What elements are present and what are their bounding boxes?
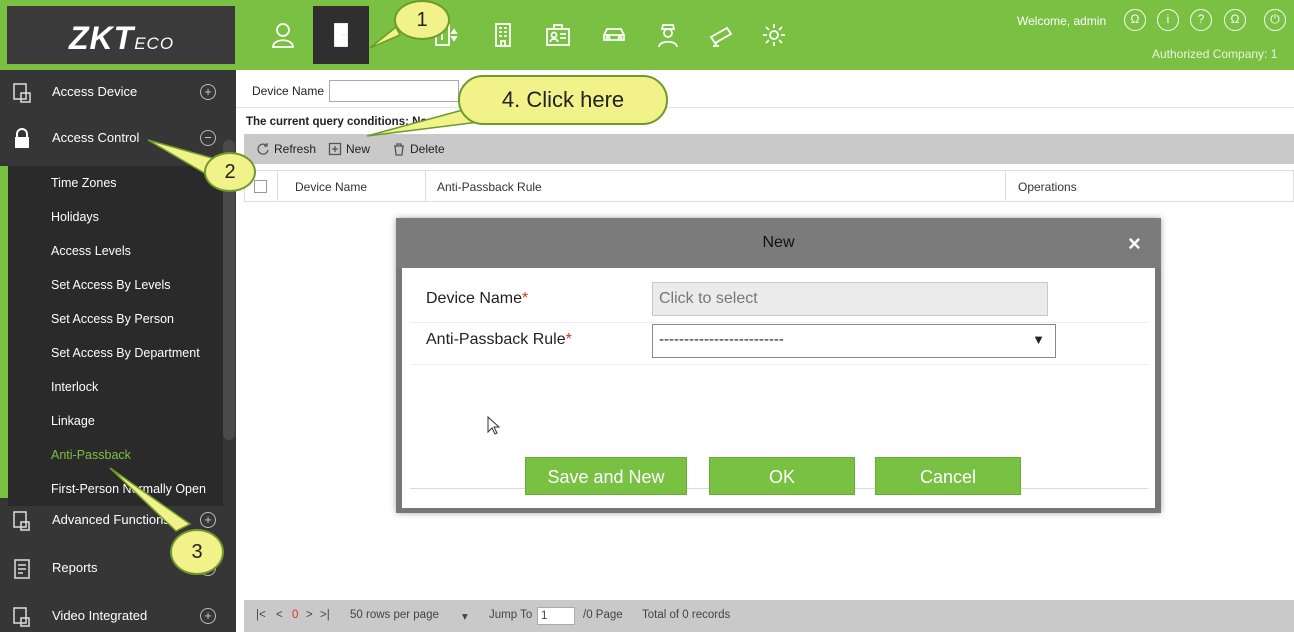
authorized-company: Authorized Company: 1 (1152, 47, 1278, 61)
top-bar: ZKTECO Welcome, admin Ω i ? Ω ⏻ Authoriz… (0, 0, 1294, 70)
sidebar-section-label: Access Device (52, 84, 138, 99)
power-icon[interactable]: ⏻ (1264, 9, 1286, 31)
select-all-checkbox[interactable] (254, 180, 267, 193)
sidebar-section-label: Advanced Functions (52, 512, 170, 527)
new-anti-passback-dialog: New × Device Name* Click to select Anti-… (396, 218, 1161, 513)
logo-area: ZKTECO (7, 6, 235, 64)
save-and-new-button[interactable]: Save and New (525, 457, 687, 495)
step-3-badge: 3 (170, 529, 224, 575)
visitor-card-icon[interactable] (530, 6, 586, 64)
dialog-header: New × (396, 218, 1161, 268)
sidebar-item-set-access-by-levels[interactable]: Set Access By Levels (8, 268, 223, 302)
car-icon[interactable] (586, 6, 642, 64)
expand-icon[interactable]: + (200, 512, 216, 528)
next-page-icon[interactable]: > (306, 609, 313, 621)
sidebar-section-label: Video Integrated (52, 608, 148, 623)
refresh-icon (257, 143, 269, 155)
person-icon[interactable] (255, 6, 311, 64)
sidebar-section-label: Access Control (52, 130, 140, 145)
column-divider (1005, 171, 1006, 201)
sidebar-item-set-access-by-person[interactable]: Set Access By Person (8, 302, 223, 336)
first-page-icon[interactable]: |< (256, 609, 266, 621)
refresh-button[interactable]: Refresh (256, 142, 316, 156)
rows-per-page-select[interactable]: 50 rows per page (350, 609, 439, 621)
expand-icon[interactable]: + (200, 84, 216, 100)
sidebar-section-video-integrated[interactable]: Video Integrated + (0, 594, 236, 632)
new-button[interactable]: New (328, 142, 370, 156)
column-divider (425, 171, 426, 201)
user-circle-icon[interactable]: Ω (1124, 9, 1146, 31)
zkteco-logo: ZKTECO (69, 20, 175, 56)
device-name-filter-label: Device Name (252, 84, 325, 98)
expand-icon[interactable]: + (200, 608, 216, 624)
page-total: /0 Page (583, 609, 623, 621)
column-device-name[interactable]: Device Name (295, 180, 367, 194)
step-4-callout: 4. Click here (458, 75, 668, 125)
active-section-indicator (0, 166, 8, 498)
records-total: Total of 0 records (642, 609, 731, 621)
report-icon (14, 559, 30, 579)
delete-icon (394, 143, 404, 156)
video-icon (13, 607, 30, 627)
sidebar-item-access-levels[interactable]: Access Levels (8, 234, 223, 268)
ok-button[interactable]: OK (709, 457, 855, 495)
welcome-text: Welcome, admin (1017, 14, 1107, 28)
anti-passback-rule-label: Anti-Passback Rule* (426, 331, 572, 348)
device-name-field[interactable]: Click to select (652, 282, 1048, 316)
mouse-cursor-icon (487, 416, 501, 435)
pagination-bar: |< < 0 > >| 50 rows per page ▾ Jump To 1… (244, 600, 1294, 632)
current-page: 0 (292, 609, 299, 621)
device-icon (13, 83, 31, 103)
collapse-icon[interactable]: − (200, 130, 216, 146)
sidebar-section-label: Reports (52, 560, 98, 575)
dialog-title: New (762, 234, 795, 251)
step-1-badge: 1 (394, 0, 450, 40)
sidebar-item-anti-passback[interactable]: Anti-Passback (8, 438, 223, 472)
sidebar-section-access-device[interactable]: Access Device + (0, 70, 236, 116)
info-icon[interactable]: i (1157, 9, 1179, 31)
delete-button[interactable]: Delete (392, 142, 445, 156)
row-divider (410, 322, 1148, 323)
sidebar-item-time-zones[interactable]: Time Zones (8, 166, 223, 200)
sidebar-item-set-access-by-department[interactable]: Set Access By Department (8, 336, 223, 370)
column-anti-passback-rule[interactable]: Anti-Passback Rule (437, 180, 542, 194)
camera-icon[interactable] (694, 6, 750, 64)
close-icon[interactable]: × (1128, 231, 1141, 257)
query-conditions-text: The current query conditions: None (246, 116, 441, 128)
sidebar-section-access-control[interactable]: Access Control − (0, 116, 236, 162)
guard-icon[interactable] (640, 6, 696, 64)
gear-icon[interactable] (746, 6, 802, 64)
jump-to-label: Jump To (489, 609, 533, 621)
row-divider (410, 364, 1148, 365)
chevron-down-icon[interactable]: ▾ (462, 609, 468, 623)
lock-icon (15, 128, 29, 148)
sidebar-item-holidays[interactable]: Holidays (8, 200, 223, 234)
step-2-badge: 2 (204, 152, 256, 192)
building-icon[interactable] (475, 6, 531, 64)
last-page-icon[interactable]: >| (320, 609, 330, 621)
door-icon[interactable] (313, 6, 369, 64)
sidebar-item-linkage[interactable]: Linkage (8, 404, 223, 438)
dropdown-arrow-icon: ▼ (1032, 332, 1045, 347)
anti-passback-rule-select[interactable]: ------------------------- ▼ (652, 324, 1056, 358)
grid-toolbar: Refresh New Delete (244, 134, 1294, 164)
device-name-filter-input[interactable] (329, 80, 459, 102)
prev-page-icon[interactable]: < (276, 609, 283, 621)
jump-to-input[interactable]: 1 (537, 607, 575, 625)
account-icon[interactable]: Ω (1224, 9, 1246, 31)
help-icon[interactable]: ? (1190, 9, 1212, 31)
new-icon (328, 142, 342, 156)
filter-bar: Device Name (236, 70, 1294, 108)
column-operations[interactable]: Operations (1018, 180, 1077, 194)
device-name-label: Device Name* (426, 290, 529, 307)
column-divider (277, 171, 278, 201)
advanced-icon (13, 511, 30, 531)
sidebar-item-interlock[interactable]: Interlock (8, 370, 223, 404)
cancel-button[interactable]: Cancel (875, 457, 1021, 495)
grid-header: Device Name Anti-Passback Rule Operation… (244, 170, 1294, 202)
